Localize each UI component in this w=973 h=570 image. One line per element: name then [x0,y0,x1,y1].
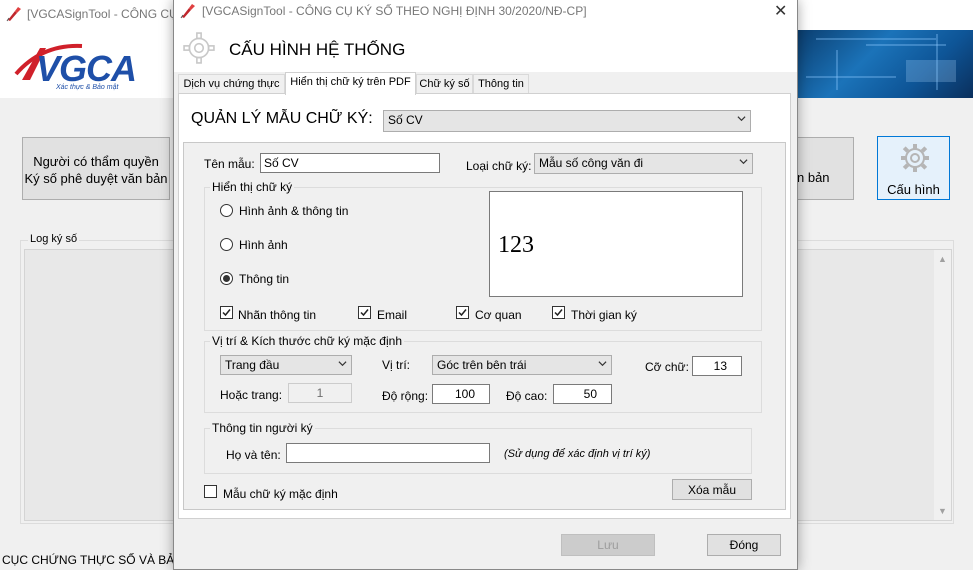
radio-image-and-info[interactable] [220,204,233,217]
config-button[interactable]: Cấu hình [877,136,950,200]
position-group-label: Vị trí & Kích thước chữ ký mặc định [210,334,404,348]
gear-icon [901,144,929,172]
delete-template-button[interactable]: Xóa mẫu [672,479,752,500]
document-sign-label: n bản [797,170,830,185]
template-manager-label: QUẢN LÝ MẪU CHỮ KÝ: [191,110,373,127]
pen-icon [180,4,195,19]
page-select-value: Trang đầu [225,358,280,372]
template-name-label: Tên mẫu: [204,157,255,171]
signer-group-label: Thông tin người ký [210,421,315,435]
gear-icon [183,32,215,64]
checkbox-agency[interactable] [456,306,469,319]
checkbox-email-label: Email [377,308,408,322]
checkbox-sign-time-label: Thời gian ký [571,308,637,322]
position-select[interactable]: Góc trên bên trái [432,355,612,375]
chevron-down-icon [338,361,347,367]
close-button[interactable]: Đóng [707,534,781,556]
height-input[interactable]: 50 [553,384,612,404]
template-select[interactable]: Số CV [383,110,751,132]
dialog-titlebar[interactable]: [VGCASignTool - CÔNG CỤ KÝ SỐ THEO NGHỊ … [174,0,797,22]
signature-preview: 123 [489,191,743,297]
chevron-down-icon [737,116,746,122]
dialog-heading: CẤU HÌNH HỆ THỐNG [229,40,406,59]
width-input[interactable]: 100 [432,384,490,404]
tab-digital-signature[interactable]: Chữ ký số [416,74,473,94]
scroll-up-icon[interactable]: ▲ [938,254,947,264]
document-sign-button[interactable]: n bản [796,137,854,200]
checkbox-default-template[interactable] [204,485,217,498]
radio-image[interactable] [220,238,233,251]
authorized-sign-line2: Ký số phê duyệt văn bản [24,171,168,186]
footer-text: CỤC CHỨNG THỰC SỐ VÀ BẢO M [2,553,197,567]
dialog-title: [VGCASignTool - CÔNG CỤ KÝ SỐ THEO NGHỊ … [202,4,587,18]
chevron-down-icon [598,361,607,367]
radio-image-and-info-label: Hình ảnh & thông tin [239,204,349,218]
default-template-label: Mẫu chữ ký mặc định [223,487,338,501]
signature-type-label: Loại chữ ký: [466,159,532,173]
or-page-input: 1 [288,383,352,403]
checkbox-info-label[interactable] [220,306,233,319]
position-select-value: Góc trên bên trái [437,358,527,372]
font-size-label: Cỡ chữ: [645,360,689,374]
tab-pdf-signature-display[interactable]: Hiển thị chữ ký trên PDF [285,72,416,95]
checkbox-info-label-text: Nhãn thông tin [238,308,317,322]
tab-certification-service[interactable]: Dịch vụ chứng thực [178,74,285,94]
radio-info-label: Thông tin [239,272,290,286]
display-group-label: Hiển thị chữ ký [210,180,295,194]
or-page-label: Hoặc trang: [220,388,283,402]
signer-hint: (Sử dụng để xác định vị trí ký) [504,448,651,460]
scroll-down-icon[interactable]: ▼ [938,506,947,516]
config-dialog: [VGCASignTool - CÔNG CỤ KÝ SỐ THEO NGHỊ … [173,0,798,570]
checkbox-sign-time[interactable] [552,306,565,319]
pen-icon [6,7,21,22]
radio-image-label: Hình ảnh [239,238,288,252]
chevron-down-icon [739,159,748,165]
checkbox-email[interactable] [358,306,371,319]
signature-preview-text: 123 [498,232,534,258]
signature-type-select[interactable]: Mẫu số công văn đi [534,153,753,174]
template-select-value: Số CV [388,113,423,127]
template-name-input[interactable]: Số CV [260,153,440,173]
close-icon[interactable]: ✕ [774,1,787,21]
height-label: Độ cao: [506,389,548,403]
width-label: Độ rộng: [382,389,429,403]
font-size-input[interactable]: 13 [692,356,742,376]
page-select[interactable]: Trang đầu [220,355,352,375]
tab-panel: QUẢN LÝ MẪU CHỮ KÝ: Số CV Tên mẫu: Số CV… [178,93,791,519]
radio-info[interactable] [220,272,233,285]
config-button-label: Cấu hình [887,182,940,197]
authorized-sign-button[interactable]: Người có thẩm quyền Ký số phê duyệt văn … [22,137,170,200]
banner-graphic [796,30,973,98]
signer-name-input[interactable] [286,443,490,463]
logo-subtext: Xác thực & Bảo mật [56,84,119,91]
save-button[interactable]: Lưu [561,534,655,556]
position-label: Vị trí: [382,358,411,372]
tab-info[interactable]: Thông tin [473,74,529,94]
checkbox-agency-label: Cơ quan [475,308,522,322]
signer-name-label: Họ và tên: [226,448,281,462]
main-title: [VGCASignTool - CÔNG CỤ [27,7,178,21]
signature-type-value: Mẫu số công văn đi [539,156,644,170]
template-settings-panel: Tên mẫu: Số CV Loại chữ ký: Mẫu số công … [183,142,786,510]
log-group-label: Log ký số [28,233,80,245]
authorized-sign-line1: Người có thẩm quyền [33,154,159,169]
log-scrollbar[interactable]: ▲ ▼ [934,250,951,520]
